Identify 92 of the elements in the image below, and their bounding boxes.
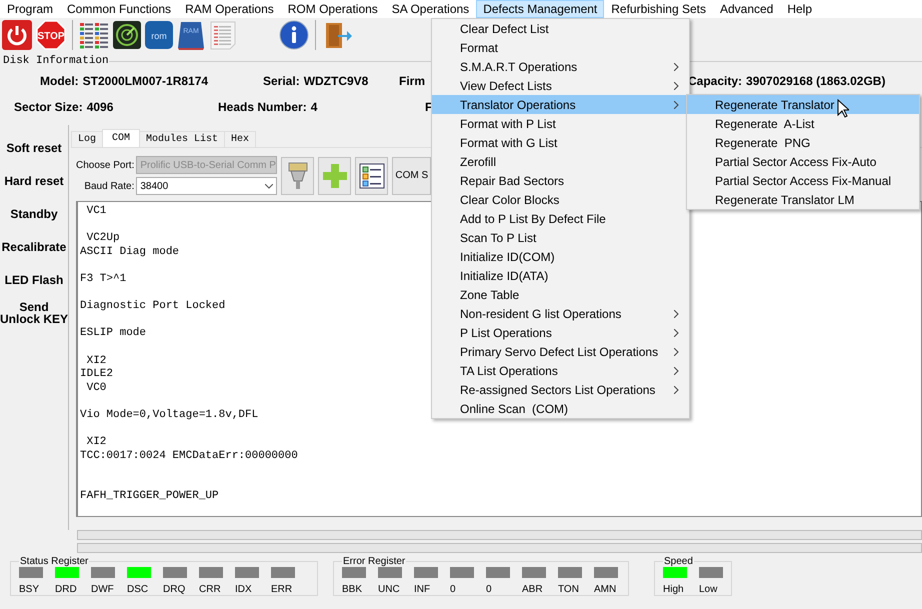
menu-item[interactable]: P List Operations [432, 323, 689, 342]
menu-item[interactable]: Partial Sector Access Fix-Manual [687, 171, 919, 190]
menu-item[interactable]: Regenerate A-List [687, 114, 919, 133]
field-label: Model: [40, 74, 79, 88]
led-label: BSY [19, 584, 40, 595]
menu-item[interactable]: View Defect Lists [432, 76, 689, 95]
led-label: DRD [55, 584, 77, 595]
group-title: Error Register [342, 556, 406, 567]
led-label: DWF [91, 584, 114, 595]
field-label: Serial: [263, 74, 300, 88]
led-label: DRQ [163, 584, 186, 595]
menu-item[interactable]: Repair Bad Sectors [432, 171, 689, 190]
led-label: TON [558, 584, 579, 595]
field-label: Baud Rate: [83, 180, 134, 192]
led-label: 0 [450, 584, 456, 595]
tab[interactable]: Hex [224, 131, 256, 147]
menu-item[interactable]: Non-resident G list Operations [432, 304, 689, 323]
led-label: High [663, 584, 684, 595]
side-button[interactable]: LED Flash [0, 263, 68, 296]
rom-chip-icon[interactable]: rom [145, 20, 173, 50]
menu-item[interactable]: Refurbishing Sets [604, 0, 713, 18]
menu-item[interactable]: Zone Table [432, 285, 689, 304]
cursor-icon [837, 99, 850, 118]
settings-list-button[interactable] [355, 156, 388, 194]
side-button[interactable]: Recalibrate [0, 230, 68, 263]
info-icon[interactable] [279, 20, 309, 50]
group-title: Status Register [19, 556, 90, 567]
menu-item[interactable]: Format with P List [432, 114, 689, 133]
side-button[interactable]: Send Unlock KEY [0, 296, 68, 329]
power-icon[interactable] [2, 20, 32, 50]
menu-item[interactable]: RAM Operations [178, 0, 281, 18]
menu-item[interactable]: Re-assigned Sectors List Operations [432, 380, 689, 399]
menu-item[interactable]: Translator Operations [432, 95, 689, 114]
field-label: Firm [399, 74, 426, 88]
menu-item[interactable]: TA List Operations [432, 361, 689, 380]
menu-item[interactable]: Partial Sector Access Fix-Auto [687, 152, 919, 171]
menu-item[interactable]: Initialize ID(ATA) [432, 266, 689, 285]
field-label: Choose Port: [76, 160, 134, 170]
field-label: Heads Number: [218, 100, 307, 114]
menu-item[interactable]: Primary Servo Defect List Operations [432, 342, 689, 361]
menu-item[interactable]: Scan To P List [432, 228, 689, 247]
chevron-down-icon [265, 184, 274, 188]
side-button[interactable]: Hard reset [0, 164, 68, 197]
led-label: ERR [271, 584, 292, 595]
radar-icon[interactable] [113, 20, 141, 50]
connector-button[interactable] [281, 156, 314, 194]
led-label: INF [414, 584, 430, 595]
led-label: ABR [522, 584, 543, 595]
field-label: Sector Size: [14, 100, 83, 114]
menu-item[interactable]: Initialize ID(COM) [432, 247, 689, 266]
menu-item[interactable]: SA Operations [384, 0, 476, 18]
field-value: 4 [310, 100, 318, 114]
spreadsheet-icon[interactable] [209, 20, 237, 50]
serial-plug-icon [288, 160, 308, 190]
menu-item[interactable]: Online Scan (COM) [432, 399, 689, 418]
menu-item[interactable]: ROM Operations [280, 0, 385, 18]
led-label: 0 [486, 584, 492, 595]
checklist-icon [358, 162, 385, 188]
led-label: CRR [199, 584, 221, 595]
field-value: ST2000LM007-1R8174 [82, 74, 208, 88]
menu-item[interactable]: Zerofill [432, 152, 689, 171]
tab[interactable]: Log [71, 131, 104, 147]
menu-item[interactable]: Defects Management [476, 0, 604, 18]
menu-item[interactable]: Format with G List [432, 133, 689, 152]
led-label: IDX [235, 584, 252, 595]
group-title: Speed [663, 556, 694, 567]
plus-icon [322, 164, 347, 188]
field-label: Capacity: [688, 74, 742, 88]
menu-item[interactable]: Clear Defect List [432, 19, 689, 38]
list-icon[interactable] [79, 20, 109, 50]
menu-item[interactable]: Program [0, 0, 60, 18]
led-label: Low [699, 584, 718, 595]
stop-sign-icon[interactable]: STOP [36, 20, 66, 50]
menu-item[interactable]: Add to P List By Defect File [432, 209, 689, 228]
field-value: WDZTC9V8 [304, 74, 368, 88]
side-button[interactable]: Standby [0, 197, 68, 230]
led-label: DSC [127, 584, 148, 595]
baud-dropdown[interactable]: 38400 [136, 177, 278, 195]
com-button[interactable]: COM S [392, 156, 432, 194]
menu-item[interactable]: Help [780, 0, 820, 18]
led-label: AMN [594, 584, 616, 595]
menu-item[interactable]: Format [432, 38, 689, 57]
field-value: 3907029168 (1863.02GB) [746, 74, 886, 88]
led-label: UNC [378, 584, 400, 595]
menu-item[interactable]: Regenerate PNG [687, 133, 919, 152]
led-label: BBK [342, 584, 362, 595]
menu-item[interactable]: Common Functions [60, 0, 178, 18]
menu-item[interactable]: Advanced [712, 0, 780, 18]
side-button[interactable]: Soft reset [0, 131, 68, 164]
tab[interactable]: COM [102, 129, 140, 147]
field-value: 4096 [86, 100, 114, 114]
menu-item[interactable]: S.M.A.R.T Operations [432, 57, 689, 76]
